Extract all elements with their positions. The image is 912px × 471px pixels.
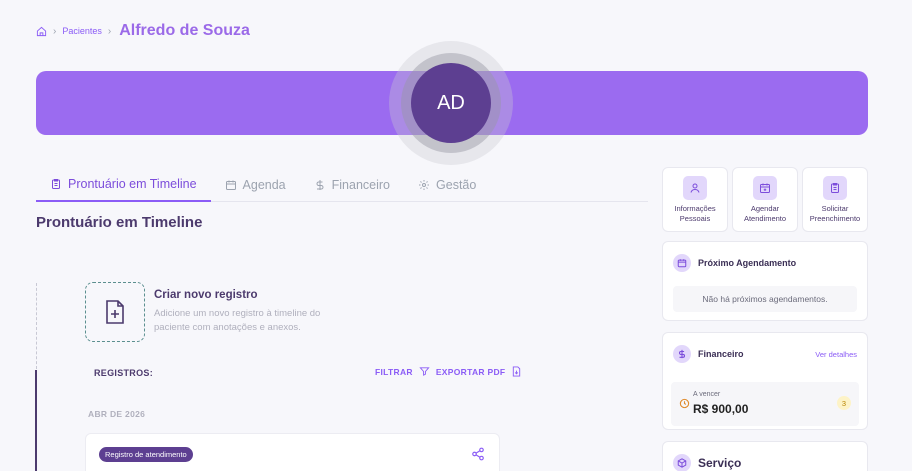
clipboard-icon — [52, 179, 60, 189]
calendar-clock-icon — [673, 254, 691, 272]
tab-financeiro[interactable]: Financeiro — [300, 168, 404, 202]
tab-timeline[interactable]: Prontuário em Timeline — [36, 168, 211, 202]
tab-label: Agenda — [242, 178, 286, 192]
clock-icon — [679, 398, 690, 409]
quick-action-label: Solicitar Preenchimento — [809, 204, 861, 223]
chevron-right-icon: › — [53, 25, 57, 37]
section-title: Prontuário em Timeline — [36, 214, 203, 231]
box-icon — [673, 454, 691, 471]
due-count-badge: 3 — [837, 396, 851, 410]
empty-appointments: Não há próximos agendamentos. — [673, 286, 857, 312]
timeline-line-dashed — [36, 283, 37, 369]
clipboard-icon — [823, 176, 847, 200]
tab-bar: Prontuário em Timeline Agenda Financeiro… — [36, 168, 648, 202]
tab-label: Gestão — [436, 178, 477, 192]
next-appointment-card: Próximo Agendamento Não há próximos agen… — [662, 241, 868, 321]
gear-icon — [419, 180, 430, 190]
quick-action-schedule[interactable]: Agendar Atendimento — [732, 167, 798, 232]
tab-label: Prontuário em Timeline — [68, 177, 197, 191]
file-export-icon[interactable] — [511, 366, 522, 377]
finance-title: Financeiro — [698, 349, 744, 359]
file-plus-icon — [106, 300, 124, 324]
timeline-line — [35, 370, 37, 471]
filter-icon[interactable] — [419, 366, 430, 377]
records-actions: FILTRAR EXPORTAR PDF — [375, 366, 522, 377]
chevron-right-icon: › — [107, 25, 112, 37]
tab-label: Financeiro — [331, 178, 391, 192]
quick-action-label: Agendar Atendimento — [743, 204, 787, 223]
next-appointment-title: Próximo Agendamento — [698, 258, 797, 268]
quick-action-personal-info[interactable]: Informações Pessoais — [662, 167, 728, 232]
tab-gestao[interactable]: Gestão — [404, 168, 490, 202]
calendar-plus-icon — [753, 176, 777, 200]
month-label: ABR DE 2026 — [88, 409, 146, 419]
user-icon — [683, 176, 707, 200]
service-card: Serviço — [662, 441, 868, 471]
breadcrumb-parent[interactable]: Pacientes — [62, 26, 102, 36]
share-icon[interactable] — [471, 447, 485, 461]
finance-details-link[interactable]: Ver detalhes — [815, 350, 857, 359]
dollar-icon — [673, 345, 691, 363]
home-icon[interactable] — [36, 26, 47, 37]
new-record-description: Adicione um novo registro à timeline do … — [154, 308, 321, 333]
tab-agenda[interactable]: Agenda — [211, 168, 300, 202]
quick-action-request-form[interactable]: Solicitar Preenchimento — [802, 167, 868, 232]
finance-due-box[interactable]: A vencer R$ 900,00 3 — [671, 382, 859, 426]
records-label: REGISTROS: — [94, 368, 154, 378]
due-label: A vencer — [693, 391, 721, 398]
service-title: Serviço — [698, 456, 742, 470]
quick-action-label: Informações Pessoais — [674, 204, 716, 223]
calendar-icon — [225, 180, 236, 190]
new-record-button[interactable] — [85, 282, 145, 342]
finance-card: Financeiro Ver detalhes A vencer R$ 900,… — [662, 332, 868, 430]
record-card[interactable]: Registro de atendimento — [85, 433, 500, 471]
due-value: R$ 900,00 — [693, 402, 749, 416]
new-record-title[interactable]: Criar novo registro — [154, 289, 258, 301]
record-type-badge: Registro de atendimento — [99, 447, 193, 462]
export-pdf-button[interactable]: EXPORTAR PDF — [436, 367, 506, 377]
page-title: Alfredo de Souza — [119, 22, 250, 39]
filter-button[interactable]: FILTRAR — [375, 367, 413, 377]
dollar-icon — [316, 180, 324, 190]
breadcrumb: › Pacientes › Alfredo de Souza — [36, 22, 250, 40]
avatar[interactable]: AD — [411, 63, 491, 143]
